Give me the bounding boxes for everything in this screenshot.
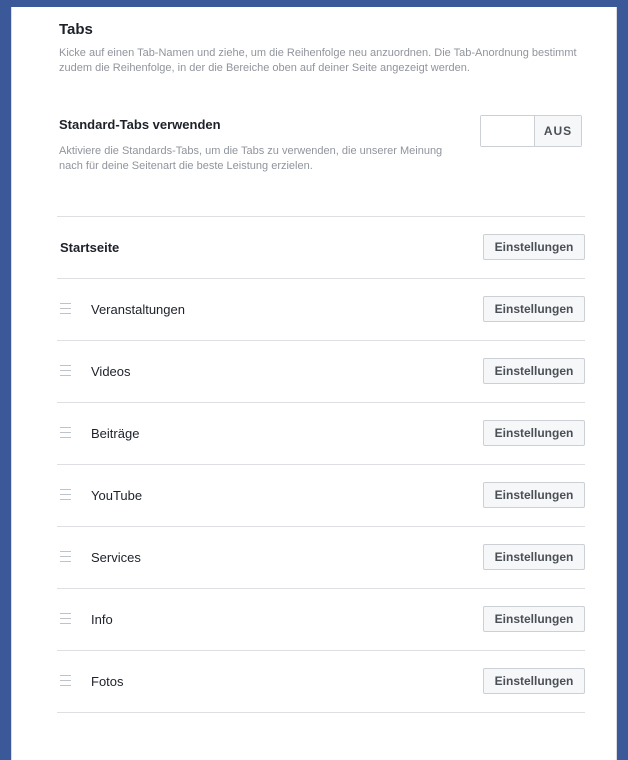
tab-row[interactable]: YouTube Einstellungen (57, 465, 585, 527)
tab-settings-button[interactable]: Einstellungen (483, 668, 585, 694)
section-title: Tabs (59, 21, 93, 38)
standard-tabs-title: Standard-Tabs verwenden (59, 117, 221, 132)
toggle-state-label: AUS (535, 116, 581, 146)
tab-row[interactable]: Veranstaltungen Einstellungen (57, 279, 585, 341)
drag-handle-icon[interactable] (60, 489, 71, 500)
tab-label: Services (91, 550, 141, 565)
standard-tabs-toggle[interactable]: AUS (480, 115, 582, 147)
tab-label: Info (91, 612, 113, 627)
tab-row[interactable]: Videos Einstellungen (57, 341, 585, 403)
section-description: Kicke auf einen Tab-Namen und ziehe, um … (59, 47, 577, 74)
tab-settings-button[interactable]: Einstellungen (483, 606, 585, 632)
tab-label: Fotos (91, 674, 124, 689)
tab-label: Videos (91, 364, 131, 379)
toggle-knob[interactable] (481, 116, 535, 146)
tabs-settings-panel: Tabs Kicke auf einen Tab-Namen und ziehe… (11, 7, 617, 760)
tab-row[interactable]: Services Einstellungen (57, 527, 585, 589)
tab-row[interactable]: Beiträge Einstellungen (57, 403, 585, 465)
drag-handle-icon[interactable] (60, 613, 71, 624)
drag-handle-icon[interactable] (60, 365, 71, 376)
tab-settings-button[interactable]: Einstellungen (483, 544, 585, 570)
tab-settings-button[interactable]: Einstellungen (483, 482, 585, 508)
tab-label: Beiträge (91, 426, 140, 441)
tab-list: Startseite Einstellungen Veranstaltungen Ei… (57, 216, 585, 713)
tab-label: Veranstaltungen (91, 302, 185, 317)
tab-row[interactable]: Info Einstellungen (57, 589, 585, 651)
tab-row[interactable]: Fotos Einstellungen (57, 651, 585, 713)
tab-settings-button[interactable]: Einstellungen (483, 420, 585, 446)
drag-handle-icon[interactable] (60, 303, 71, 314)
tab-settings-button[interactable]: Einstellungen (483, 296, 585, 322)
tab-label: YouTube (91, 488, 143, 503)
tab-label: Startseite (60, 240, 120, 255)
tab-row: Startseite Einstellungen (57, 217, 585, 279)
standard-tabs-description: Aktiviere die Standards-Tabs, um die Tab… (59, 145, 443, 172)
drag-handle-icon[interactable] (60, 427, 71, 438)
drag-handle-icon[interactable] (60, 675, 71, 686)
tab-settings-button[interactable]: Einstellungen (483, 358, 585, 384)
drag-handle-icon[interactable] (60, 551, 71, 562)
tab-settings-button[interactable]: Einstellungen (483, 234, 585, 260)
